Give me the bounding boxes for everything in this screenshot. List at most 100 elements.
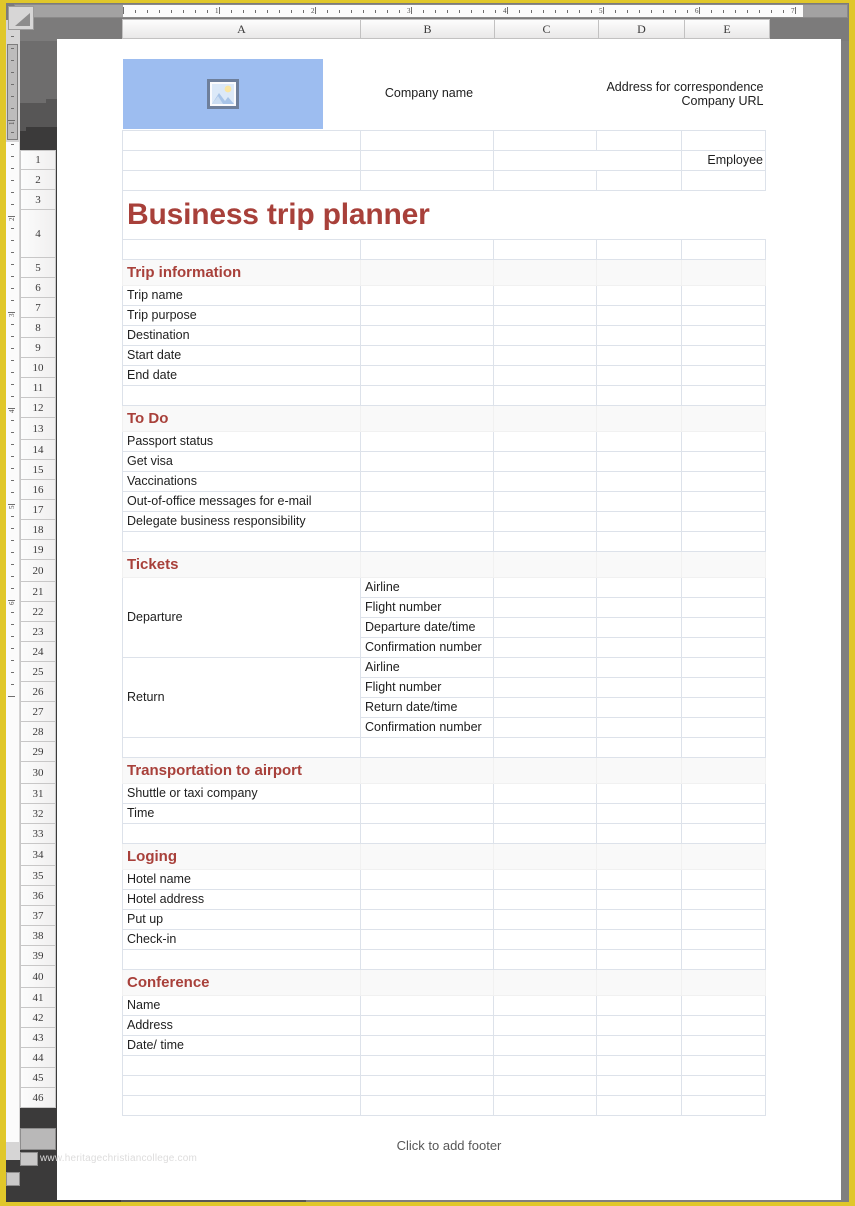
value-cell[interactable] bbox=[493, 510, 597, 532]
value-cell[interactable] bbox=[681, 656, 766, 678]
row-header-22[interactable]: 22 bbox=[20, 602, 56, 622]
row-header-16[interactable]: 16 bbox=[20, 480, 56, 500]
column-header-c[interactable]: C bbox=[495, 19, 599, 39]
cell-d5[interactable] bbox=[596, 238, 682, 260]
value-cell[interactable] bbox=[360, 284, 494, 306]
row-header-36[interactable]: 36 bbox=[20, 886, 56, 906]
value-cell[interactable] bbox=[493, 822, 597, 844]
value-cell[interactable] bbox=[596, 304, 682, 326]
value-cell[interactable] bbox=[681, 1014, 766, 1036]
row-header-24[interactable]: 24 bbox=[20, 642, 56, 662]
value-cell[interactable] bbox=[596, 576, 682, 598]
row-header-45[interactable]: 45 bbox=[20, 1068, 56, 1088]
value-cell[interactable] bbox=[360, 994, 494, 1016]
value-cell[interactable] bbox=[493, 636, 597, 658]
row-header-43[interactable]: 43 bbox=[20, 1028, 56, 1048]
row-header-29[interactable]: 29 bbox=[20, 742, 56, 762]
value-cell[interactable] bbox=[596, 1034, 682, 1056]
row-header-41[interactable]: 41 bbox=[20, 988, 56, 1008]
value-cell[interactable] bbox=[122, 1074, 361, 1096]
row-header-31[interactable]: 31 bbox=[20, 784, 56, 804]
cell-c3[interactable] bbox=[493, 169, 597, 191]
row-header-26[interactable]: 26 bbox=[20, 682, 56, 702]
value-cell[interactable] bbox=[493, 1014, 597, 1036]
value-cell[interactable] bbox=[122, 948, 361, 970]
value-cell[interactable] bbox=[681, 324, 766, 346]
value-cell[interactable] bbox=[596, 596, 682, 618]
cell-e1[interactable] bbox=[681, 129, 766, 151]
value-cell[interactable] bbox=[122, 530, 361, 552]
value-cell[interactable] bbox=[360, 822, 494, 844]
value-cell[interactable] bbox=[493, 364, 597, 386]
select-all-button[interactable] bbox=[8, 6, 34, 30]
value-cell[interactable] bbox=[681, 994, 766, 1016]
logo-placeholder[interactable] bbox=[122, 58, 323, 129]
value-cell[interactable] bbox=[360, 530, 494, 552]
value-cell[interactable] bbox=[493, 868, 597, 890]
value-cell[interactable] bbox=[681, 928, 766, 950]
value-cell[interactable] bbox=[360, 868, 494, 890]
value-cell[interactable] bbox=[681, 596, 766, 618]
row-header-14[interactable]: 14 bbox=[20, 440, 56, 460]
value-cell[interactable] bbox=[681, 430, 766, 452]
value-cell[interactable] bbox=[596, 1014, 682, 1036]
value-cell[interactable] bbox=[681, 782, 766, 804]
value-cell[interactable] bbox=[681, 344, 766, 366]
value-cell[interactable] bbox=[596, 616, 682, 638]
value-cell[interactable] bbox=[493, 716, 597, 738]
value-cell[interactable] bbox=[596, 948, 682, 970]
value-cell[interactable] bbox=[360, 1034, 494, 1056]
value-cell[interactable] bbox=[493, 782, 597, 804]
row-header-20[interactable]: 20 bbox=[20, 560, 56, 582]
value-cell[interactable] bbox=[596, 908, 682, 930]
value-cell[interactable] bbox=[681, 490, 766, 512]
row-header-3[interactable]: 3 bbox=[20, 190, 56, 210]
value-cell[interactable] bbox=[596, 928, 682, 950]
row-header-35[interactable]: 35 bbox=[20, 866, 56, 886]
footer-placeholder[interactable]: Click to add footer bbox=[57, 1138, 841, 1153]
value-cell[interactable] bbox=[122, 1054, 361, 1076]
value-cell[interactable] bbox=[360, 430, 494, 452]
value-cell[interactable] bbox=[360, 450, 494, 472]
row-header-12[interactable]: 12 bbox=[20, 398, 56, 418]
value-cell[interactable] bbox=[360, 802, 494, 824]
row-header-38[interactable]: 38 bbox=[20, 926, 56, 946]
value-cell[interactable] bbox=[360, 384, 494, 406]
value-cell[interactable] bbox=[493, 384, 597, 406]
value-cell[interactable] bbox=[681, 1054, 766, 1076]
value-cell[interactable] bbox=[596, 888, 682, 910]
value-cell[interactable] bbox=[596, 696, 682, 718]
vertical-ruler[interactable]: 1 2 3 4 5 6 bbox=[6, 20, 20, 1160]
value-cell[interactable] bbox=[681, 470, 766, 492]
value-cell[interactable] bbox=[360, 470, 494, 492]
row-header-1[interactable]: 1 bbox=[20, 150, 56, 170]
row-header-9[interactable]: 9 bbox=[20, 338, 56, 358]
value-cell[interactable] bbox=[493, 696, 597, 718]
value-cell[interactable] bbox=[493, 1094, 597, 1116]
row-header-23[interactable]: 23 bbox=[20, 622, 56, 642]
value-cell[interactable] bbox=[360, 1094, 494, 1116]
value-cell[interactable] bbox=[493, 888, 597, 910]
value-cell[interactable] bbox=[493, 490, 597, 512]
value-cell[interactable] bbox=[681, 696, 766, 718]
row-header-30[interactable]: 30 bbox=[20, 762, 56, 784]
value-cell[interactable] bbox=[360, 344, 494, 366]
value-cell[interactable] bbox=[681, 636, 766, 658]
cell-b1[interactable] bbox=[360, 129, 494, 151]
value-cell[interactable] bbox=[360, 948, 494, 970]
row-header-33[interactable]: 33 bbox=[20, 824, 56, 844]
row-header-34[interactable]: 34 bbox=[20, 844, 56, 866]
row-header-10[interactable]: 10 bbox=[20, 358, 56, 378]
row-header-44[interactable]: 44 bbox=[20, 1048, 56, 1068]
value-cell[interactable] bbox=[360, 928, 494, 950]
cell-b2[interactable] bbox=[360, 149, 494, 171]
value-cell[interactable] bbox=[493, 470, 597, 492]
value-cell[interactable] bbox=[493, 928, 597, 950]
value-cell[interactable] bbox=[681, 384, 766, 406]
row-header-4[interactable]: 4 bbox=[20, 210, 56, 258]
cell-a3[interactable] bbox=[122, 169, 361, 191]
value-cell[interactable] bbox=[681, 364, 766, 386]
value-cell[interactable] bbox=[681, 576, 766, 598]
value-cell[interactable] bbox=[681, 616, 766, 638]
value-cell[interactable] bbox=[493, 596, 597, 618]
